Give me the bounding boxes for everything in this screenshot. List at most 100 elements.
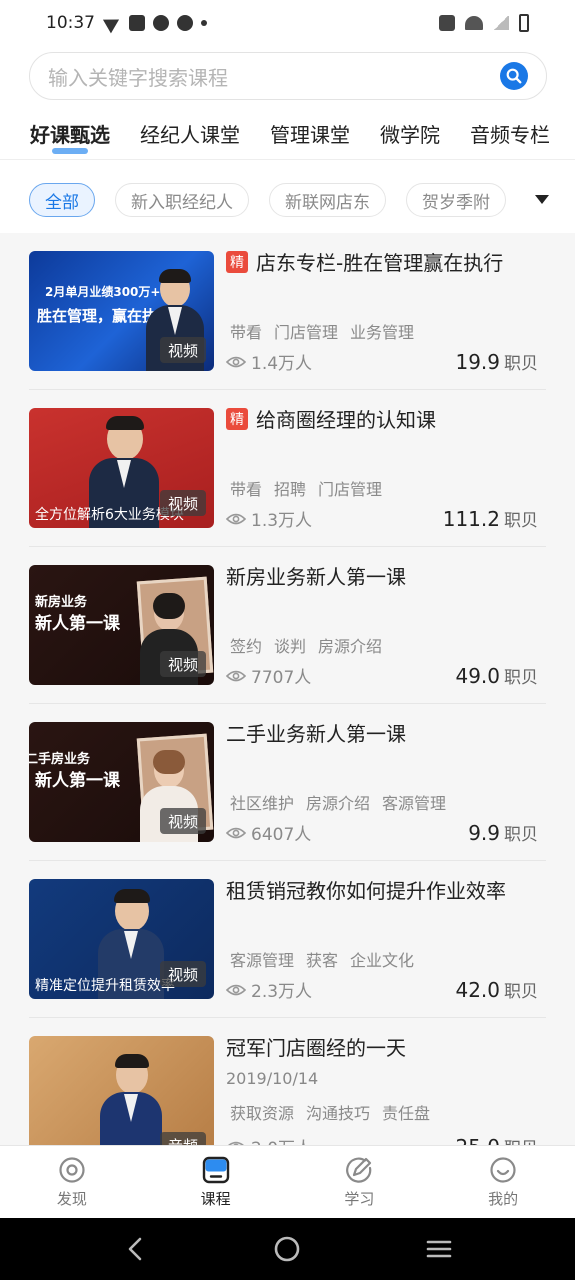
course-price: 25.0 职贝: [455, 1134, 538, 1145]
course-title: 新房业务新人第一课: [226, 561, 546, 590]
course-thumbnail: 全方位解析6大业务模块 视频: [29, 408, 214, 528]
course-item[interactable]: 全方位解析6大业务模块 视频 精 给商圈经理的认知课 带看 招聘 门店管理 1.…: [29, 390, 546, 547]
course-tags: 获取资源 沟通技巧 责任盘: [230, 1100, 430, 1124]
nav-label: 学习: [344, 1190, 375, 1208]
study-icon: [346, 1157, 372, 1183]
course-meta: 1.4万人 19.9 职贝: [226, 349, 538, 374]
course-tags: 社区维护 房源介绍 客源管理: [230, 790, 446, 814]
filter-chips: 全部 新入职经纪人 新联网店东 贺岁季附: [0, 172, 575, 228]
recents-icon[interactable]: [425, 1235, 453, 1263]
price-value: 42.0: [455, 978, 500, 1002]
course-thumbnail: 2月单月业绩300万+ 胜在管理，赢在执行 视频: [29, 251, 214, 371]
course-item[interactable]: 2月单月业绩300万+ 胜在管理，赢在执行 视频 精 店东专栏-胜在管理赢在执行…: [29, 233, 546, 390]
course-tag: 房源介绍: [318, 637, 383, 656]
triangle-down-icon: [535, 195, 549, 204]
view-count-text: 2.0万人: [251, 1134, 312, 1145]
course-title: 冠军门店圈经的一天: [226, 1032, 546, 1061]
nav-item-profile[interactable]: 我的: [431, 1146, 575, 1218]
view-count: 6407人: [226, 820, 311, 845]
expand-filters-button[interactable]: [505, 172, 575, 228]
nav-item-study[interactable]: 学习: [288, 1146, 432, 1218]
course-tags: 签约 谈判 房源介绍: [230, 633, 382, 657]
speaker-photo: [100, 1054, 162, 1145]
view-count-text: 1.3万人: [251, 511, 313, 531]
back-icon[interactable]: [122, 1235, 150, 1263]
course-tag: 谈判: [274, 637, 307, 656]
filter-chip-all[interactable]: 全部: [29, 183, 95, 217]
course-date: 2019/10/14: [226, 1069, 319, 1088]
search-input[interactable]: 输入关键字搜索课程: [48, 62, 228, 91]
course-item[interactable]: 精准定位提升租赁效率 视频 租赁销冠教你如何提升作业效率 客源管理 获客 企业文…: [29, 861, 546, 1018]
app-root: 10:37 输入关键字搜索课程 好课甄选 经纪人课堂 管理课堂 微学院 音频专栏…: [0, 0, 575, 1280]
course-tag: 带看: [230, 480, 263, 499]
view-count: 1.4万人: [226, 349, 312, 374]
vibrate-icon: [439, 15, 455, 31]
media-type-badge: 视频: [159, 808, 206, 834]
nav-item-courses[interactable]: 课程: [144, 1146, 288, 1218]
nav-item-discover[interactable]: 发现: [0, 1146, 144, 1218]
course-thumbnail: 音频: [29, 1036, 214, 1145]
thumbnail-caption: 精准定位提升租赁效率: [35, 978, 175, 994]
home-icon[interactable]: [273, 1235, 301, 1263]
search-bar[interactable]: 输入关键字搜索课程: [29, 52, 547, 100]
tab-featured[interactable]: 好课甄选: [30, 119, 110, 154]
course-title-text: 二手业务新人第一课: [226, 722, 406, 746]
course-tag: 门店管理: [318, 480, 383, 499]
media-type-badge: 视频: [159, 490, 206, 516]
eye-icon: [226, 984, 246, 995]
filter-chip-new-year[interactable]: 贺岁季附: [406, 183, 506, 217]
view-count-text: 6407人: [251, 825, 312, 845]
course-tag: 社区维护: [230, 794, 295, 813]
search-button[interactable]: [500, 62, 528, 90]
battery-icon: [519, 14, 529, 32]
course-list: 2月单月业绩300万+ 胜在管理，赢在执行 视频 精 店东专栏-胜在管理赢在执行…: [0, 233, 575, 1145]
course-info: 租赁销冠教你如何提升作业效率 客源管理 获客 企业文化 2.3万人 42.0 职…: [226, 875, 546, 1002]
nav-label: 我的: [488, 1190, 519, 1208]
search-icon: [506, 68, 522, 84]
media-type-badge: 音频: [159, 1132, 206, 1145]
course-price: 111.2 职贝: [443, 506, 538, 531]
course-tag: 签约: [230, 637, 263, 656]
nav-label: 课程: [200, 1190, 231, 1208]
course-icon: [202, 1156, 229, 1184]
view-count: 1.3万人: [226, 506, 312, 531]
course-tags: 客源管理 获客 企业文化: [230, 947, 414, 971]
eye-icon: [226, 513, 246, 524]
tab-agent-class[interactable]: 经纪人课堂: [140, 119, 240, 148]
course-price: 19.9 职贝: [455, 349, 538, 374]
course-tag: 客源管理: [230, 951, 295, 970]
notification-icons: [102, 12, 207, 34]
view-count-text: 7707人: [251, 668, 312, 688]
filter-chip-new-agent[interactable]: 新入职经纪人: [115, 183, 249, 217]
price-value: 25.0: [455, 1135, 500, 1145]
course-tag: 招聘: [274, 480, 307, 499]
course-title-text: 冠军门店圈经的一天: [226, 1036, 406, 1060]
eye-icon: [226, 356, 246, 367]
course-price: 42.0 职贝: [455, 977, 538, 1002]
course-tag: 责任盘: [382, 1104, 431, 1123]
price-unit: 职贝: [504, 354, 538, 374]
course-tag: 房源介绍: [306, 794, 371, 813]
compass-icon: [153, 15, 169, 31]
eye-icon: [226, 827, 246, 838]
filter-chip-new-store-owner[interactable]: 新联网店东: [269, 183, 386, 217]
view-count: 7707人: [226, 663, 311, 688]
course-tag: 业务管理: [350, 323, 415, 342]
signal-icon: [493, 16, 509, 30]
thumbnail-text: 新人第一课: [35, 614, 120, 634]
course-title: 二手业务新人第一课: [226, 718, 546, 747]
course-tag: 门店管理: [274, 323, 339, 342]
course-item[interactable]: 新房业务 新人第一课 视频 新房业务新人第一课 签约 谈判 房源介绍 7707人…: [29, 547, 546, 704]
course-item[interactable]: 二手房业务 新人第一课 视频 二手业务新人第一课 社区维护 房源介绍 客源管理: [29, 704, 546, 861]
telegram-icon: [102, 12, 124, 34]
media-type-badge: 视频: [159, 961, 206, 987]
course-item[interactable]: 音频 冠军门店圈经的一天 2019/10/14 获取资源 沟通技巧 责任盘 2.…: [29, 1018, 546, 1145]
tab-micro-academy[interactable]: 微学院: [380, 119, 440, 148]
price-value: 19.9: [455, 350, 500, 374]
discover-icon: [59, 1157, 85, 1183]
system-nav-bar: [0, 1218, 575, 1280]
tab-management-class[interactable]: 管理课堂: [270, 119, 350, 148]
price-unit: 职贝: [504, 511, 538, 531]
wifi-icon: [465, 16, 483, 30]
tab-audio-column[interactable]: 音频专栏: [470, 119, 550, 148]
